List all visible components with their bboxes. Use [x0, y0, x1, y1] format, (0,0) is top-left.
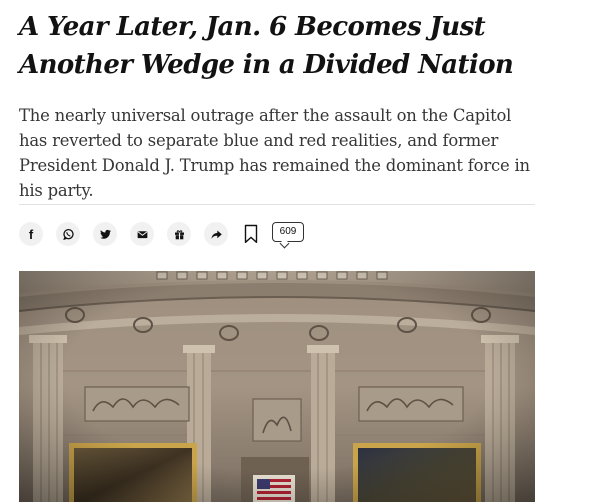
share-toolbar: f 609: [19, 219, 304, 249]
share-arrow-icon: [210, 229, 222, 239]
more-share-button[interactable]: [204, 222, 228, 246]
divider: [19, 204, 535, 205]
whatsapp-share-button[interactable]: [56, 222, 80, 246]
save-bookmark-button[interactable]: [242, 222, 260, 246]
article-lead-photo[interactable]: [19, 271, 535, 502]
gift-icon: [174, 229, 184, 239]
whatsapp-icon: [62, 228, 74, 240]
capitol-rotunda-image: [19, 271, 535, 502]
comments-button[interactable]: 609: [272, 222, 304, 249]
article-summary: The nearly universal outrage after the a…: [19, 106, 530, 200]
article-headline: A Year Later, Jan. 6 Becomes Just Anothe…: [19, 12, 514, 80]
email-share-button[interactable]: [130, 222, 154, 246]
comment-count: 609: [272, 222, 304, 242]
facebook-icon: f: [28, 226, 34, 242]
twitter-share-button[interactable]: [93, 222, 117, 246]
facebook-share-button[interactable]: f: [19, 222, 43, 246]
bookmark-icon: [244, 224, 258, 243]
email-icon: [137, 230, 147, 238]
gift-article-button[interactable]: [167, 222, 191, 246]
twitter-icon: [99, 229, 111, 239]
